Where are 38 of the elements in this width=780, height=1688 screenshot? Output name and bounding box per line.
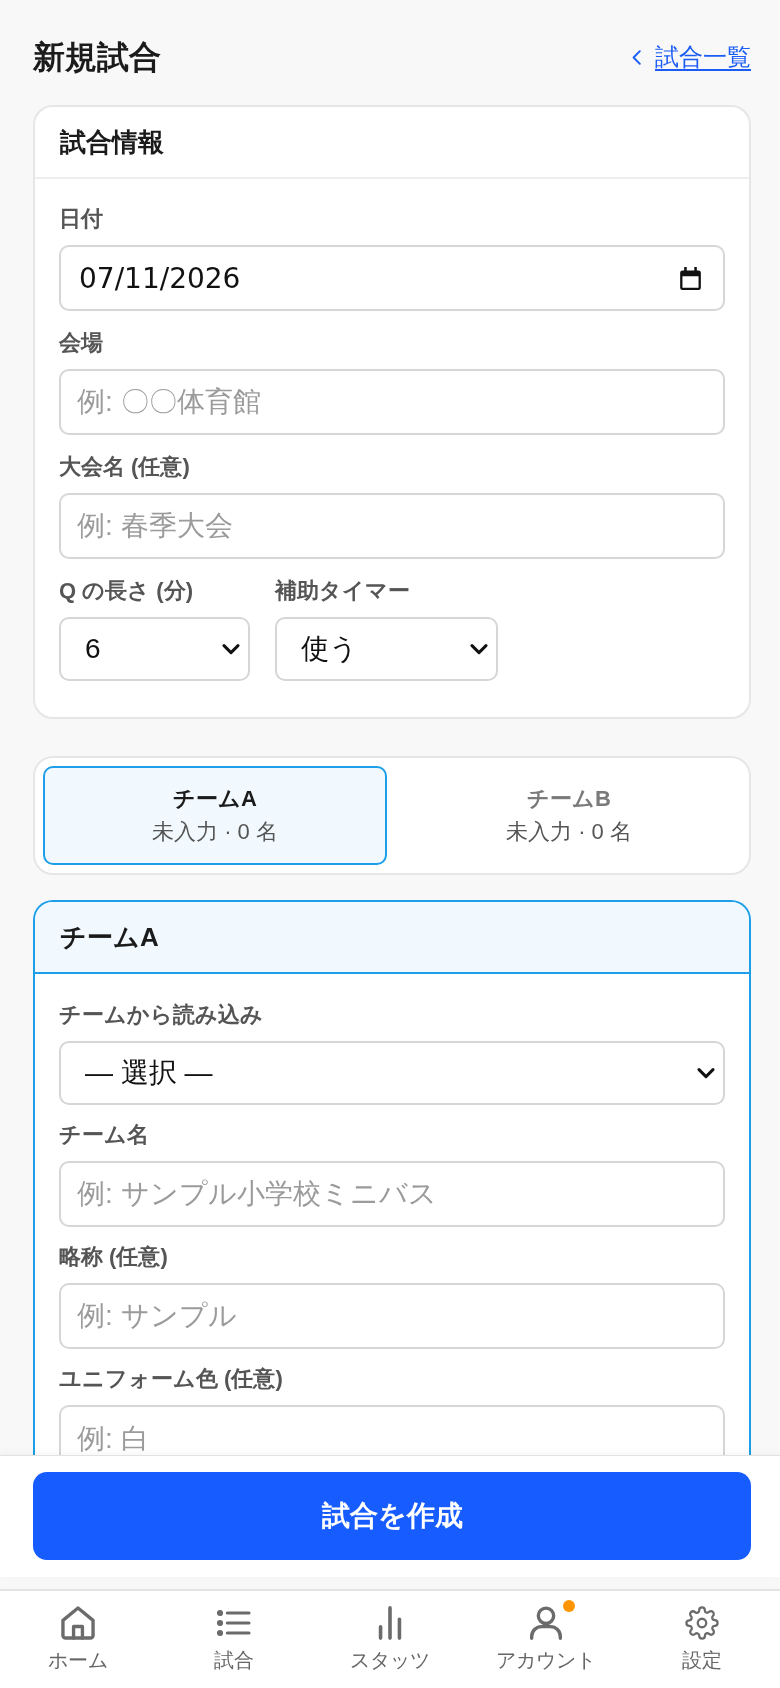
nav-tab[interactable]: アカウント [468, 1591, 624, 1688]
submit-button[interactable]: 試合を作成 [33, 1472, 751, 1560]
team-tab[interactable]: チームA 未入力 · 0 名 [43, 766, 387, 865]
chevron-down-icon [470, 643, 488, 655]
field-label: 日付 [59, 205, 104, 233]
input-field[interactable]: 例: サンプル [59, 1283, 725, 1349]
field-label: チーム名 [59, 1121, 150, 1149]
back-link[interactable]: 試合一覧 [632, 41, 751, 73]
chevron-left-icon [632, 49, 641, 65]
nav-tab[interactable]: 設定 [624, 1591, 780, 1688]
field-label: チームから読み込み [59, 1001, 264, 1029]
field-label: 会場 [59, 329, 104, 357]
input-field[interactable]: 例: 春季大会 [59, 493, 725, 559]
home-icon [61, 1606, 95, 1640]
calendar-icon [680, 266, 701, 290]
nav-tab[interactable]: スタッツ [312, 1591, 468, 1688]
field-label: 大会名 (任意) [59, 453, 191, 481]
nav-tab[interactable]: 試合 [156, 1591, 312, 1688]
settings-icon [685, 1606, 719, 1640]
date-field[interactable]: 07/11/2026 [59, 245, 725, 311]
team-tab[interactable]: チームB 未入力 · 0 名 [397, 766, 741, 865]
nav-tab[interactable]: ホーム [0, 1591, 156, 1688]
input-field[interactable]: 例: サンプル小学校ミニバス [59, 1161, 725, 1227]
field-label: 略称 (任意) [59, 1243, 169, 1271]
person-icon [529, 1606, 563, 1640]
chevron-down-icon [697, 1067, 715, 1079]
input-field[interactable]: 例: 白 [59, 1405, 725, 1455]
input-field[interactable]: 例: 〇〇体育館 [59, 369, 725, 435]
field-label: 補助タイマー [275, 577, 411, 605]
section-header: チームA [35, 902, 749, 974]
section-header: 試合情報 [35, 107, 749, 179]
page-title: 新規試合 [33, 38, 161, 77]
field-label: ユニフォーム色 (任意) [59, 1365, 284, 1393]
dropdown[interactable]: 6 [59, 617, 250, 681]
field-label: Q の長さ (分) [59, 577, 194, 605]
chevron-down-icon [222, 643, 240, 655]
dropdown[interactable]: — 選択 — [59, 1041, 725, 1105]
dropdown[interactable]: 使う [275, 617, 498, 681]
